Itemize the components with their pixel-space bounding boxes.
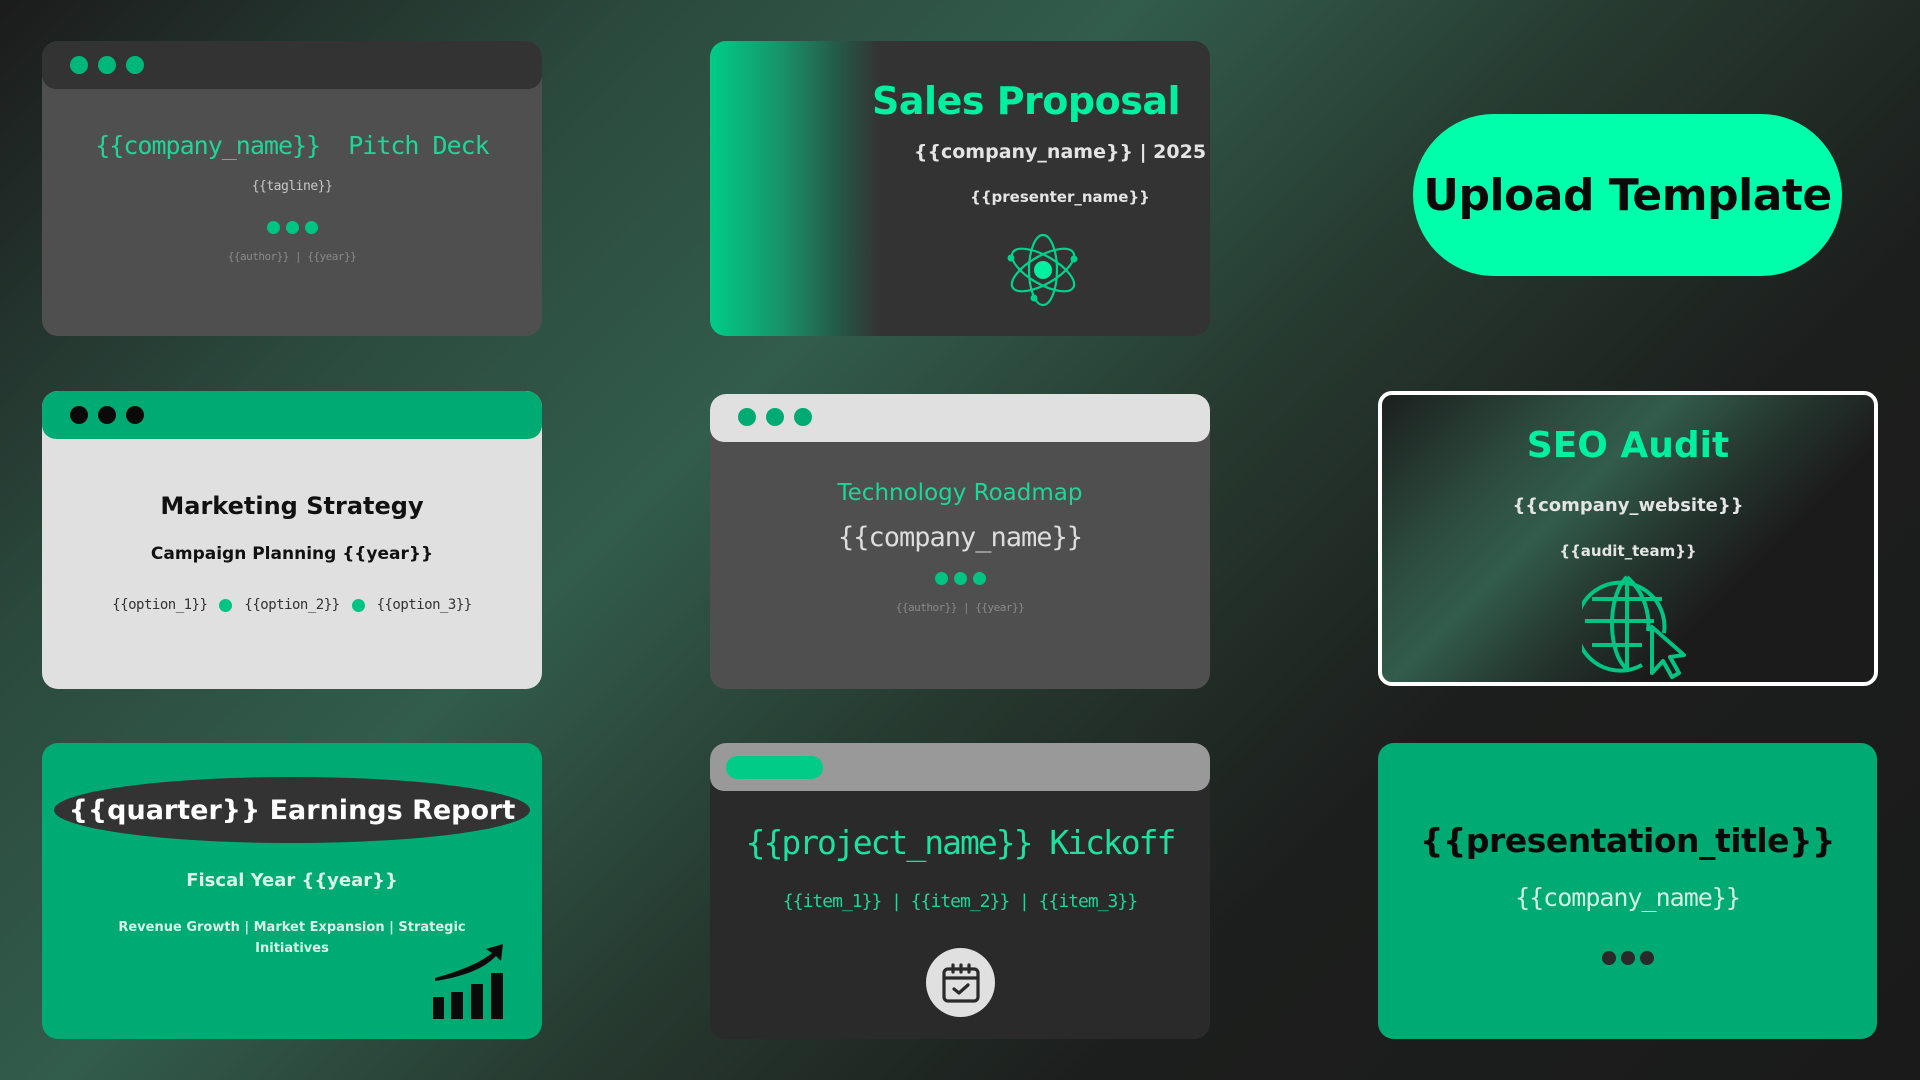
dot-icon <box>1601 951 1616 965</box>
template-card-pitch-deck[interactable]: {{company_name}} Pitch Deck {{tagline}} … <box>42 41 542 336</box>
bullet-dot-icon <box>351 598 365 612</box>
window-titlebar <box>710 394 1210 442</box>
window-dot-icon <box>766 408 784 426</box>
options-row: {{option_1}} {{option_2}} {{option_3}} <box>42 597 542 613</box>
card-subtitle: Fiscal Year {{year}} <box>186 870 398 891</box>
card-title: {{presentation_title}} <box>1419 821 1836 860</box>
atom-icon <box>1007 233 1078 307</box>
card-items: {{item_1}} | {{item_2}} | {{item_3}} <box>782 891 1138 912</box>
window-dot-icon <box>98 56 116 74</box>
window-dot-icon <box>738 408 756 426</box>
dot-icon <box>934 572 948 585</box>
window-dot-icon <box>98 406 116 424</box>
dot-icon <box>972 572 986 585</box>
window-titlebar <box>710 743 1210 791</box>
option-label: {{option_2}} <box>244 597 340 613</box>
globe-cursor-icon <box>1582 575 1686 679</box>
card-title: SEO Audit <box>1526 425 1730 466</box>
dot-icon <box>285 221 299 234</box>
dot-icon <box>1620 951 1635 965</box>
template-card-sales-proposal[interactable]: Sales Proposal {{company_name}} | 2025 {… <box>710 41 1210 336</box>
card-title: Marketing Strategy <box>160 492 424 520</box>
template-card-technology-roadmap[interactable]: Technology Roadmap {{company_name}} {{au… <box>710 394 1210 689</box>
card-title: {{project_name}} Kickoff <box>745 823 1177 862</box>
bullet-dot-icon <box>219 598 233 612</box>
card-team: {{audit_team}} <box>1559 542 1697 560</box>
card-subtitle: Campaign Planning {{year}} <box>150 544 434 564</box>
card-presenter: {{presenter_name}} <box>970 188 1150 206</box>
card-subtitle: {{tagline}} <box>251 179 333 194</box>
window-dot-icon <box>794 408 812 426</box>
card-subtitle: {{company_website}} <box>1512 495 1744 516</box>
window-titlebar <box>42 41 542 89</box>
option-label: {{option_1}} <box>112 597 208 613</box>
template-card-earnings-report[interactable]: {{quarter}} Earnings Report Fiscal Year … <box>42 743 542 1039</box>
window-titlebar <box>42 391 542 439</box>
card-title: Technology Roadmap <box>837 480 1083 506</box>
decor-dots <box>710 572 1210 585</box>
card-footer: {{author}} | {{year}} <box>895 601 1025 614</box>
window-dots <box>738 408 812 426</box>
progress-pill <box>726 756 823 779</box>
window-dot-icon <box>70 56 88 74</box>
option-label: {{option_3}} <box>376 597 473 613</box>
card-subtitle: {{company_name}} | 2025 <box>913 141 1207 163</box>
dot-icon <box>953 572 967 585</box>
card-topics: Revenue Growth | Market Expansion | Stra… <box>118 920 466 956</box>
dot-icon <box>1639 951 1654 965</box>
dot-icon <box>266 221 280 234</box>
growth-chart-icon <box>433 944 503 1019</box>
decor-dots <box>1378 951 1877 965</box>
calendar-check-icon <box>941 962 980 1003</box>
card-title: {{quarter}} Earnings Report <box>54 777 530 843</box>
template-card-project-kickoff[interactable]: {{project_name}} Kickoff {{item_1}} | {{… <box>710 743 1210 1039</box>
window-dot-icon <box>126 56 144 74</box>
upload-template-button[interactable]: Upload Template <box>1413 114 1842 276</box>
window-dots <box>70 406 144 424</box>
calendar-badge <box>926 948 995 1017</box>
decor-dots <box>42 221 542 234</box>
card-title: Sales Proposal <box>872 79 1180 123</box>
card-title: {{company_name}} Pitch Deck <box>95 131 489 160</box>
card-subtitle: {{company_name}} <box>837 522 1083 553</box>
card-footer: {{author}} | {{year}} <box>227 250 357 263</box>
window-dots <box>70 56 144 74</box>
card-subtitle: {{company_name}} <box>1515 883 1741 912</box>
dot-icon <box>304 221 318 234</box>
window-dot-icon <box>126 406 144 424</box>
template-card-marketing-strategy[interactable]: Marketing Strategy Campaign Planning {{y… <box>42 391 542 689</box>
template-card-presentation[interactable]: {{presentation_title}} {{company_name}} <box>1378 743 1877 1039</box>
window-dot-icon <box>70 406 88 424</box>
template-card-seo-audit[interactable]: SEO Audit {{company_website}} {{audit_te… <box>1378 391 1878 686</box>
